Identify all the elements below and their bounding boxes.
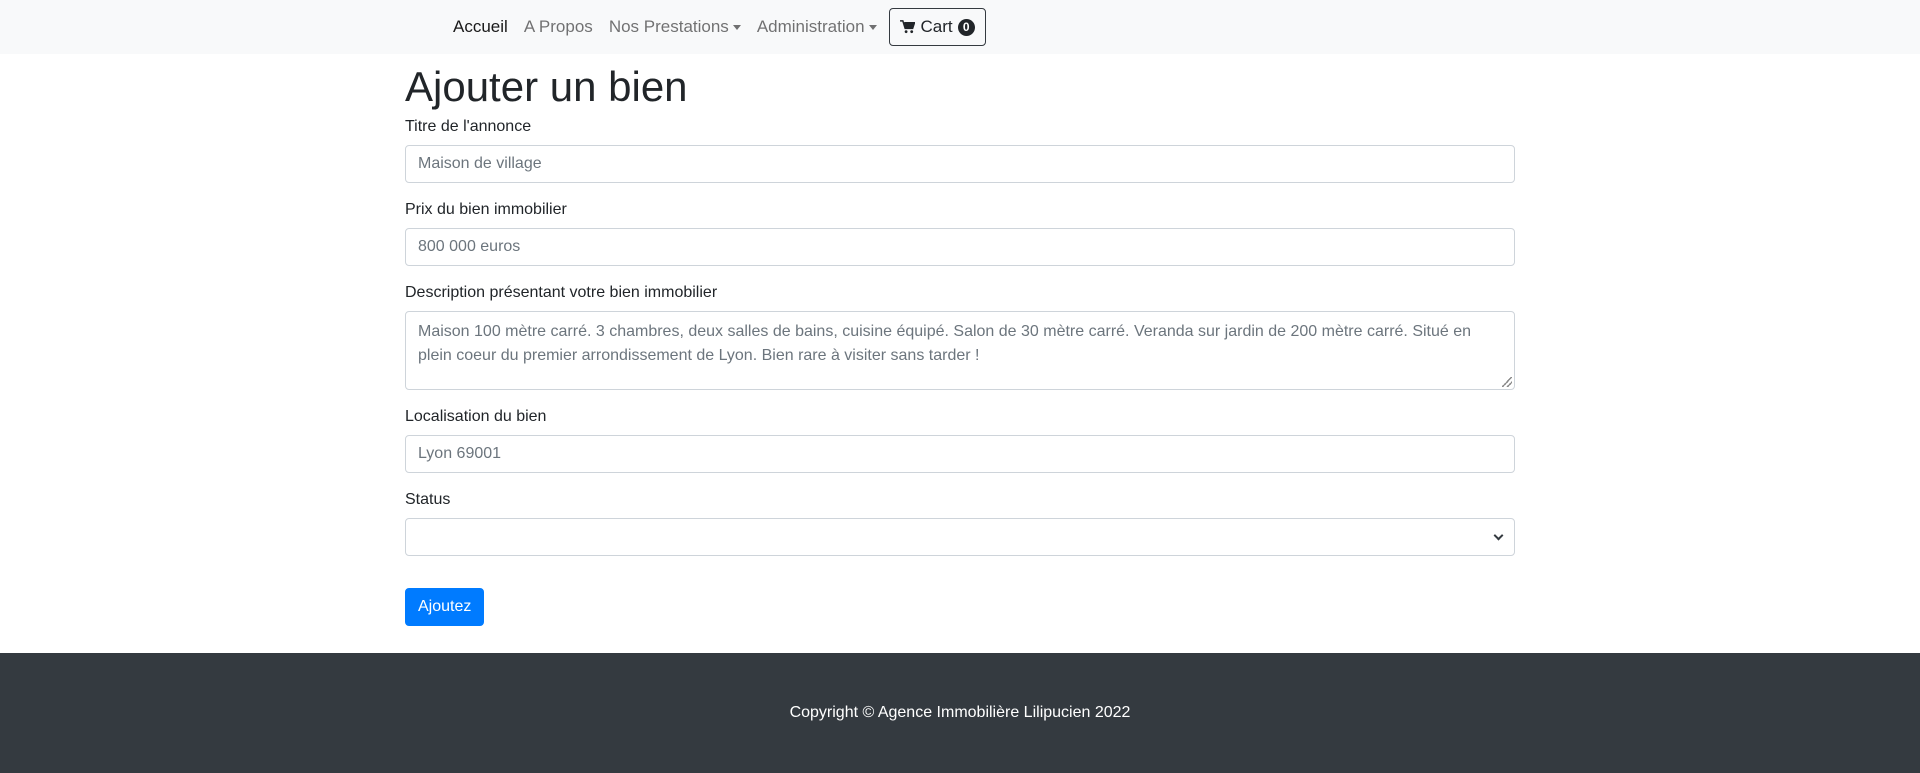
price-label: Prix du bien immobilier	[405, 201, 567, 218]
main-content: Ajouter un bien Titre de l'annonce Maiso…	[405, 58, 1515, 626]
nav-services-dropdown[interactable]: Nos Prestations	[601, 17, 749, 37]
nav-admin-dropdown[interactable]: Administration	[749, 17, 885, 37]
nav-services-label: Nos Prestations	[608, 17, 729, 36]
cart-button[interactable]: Cart 0	[888, 8, 986, 46]
nav-home[interactable]: Accueil	[445, 17, 516, 37]
footer: Copyright © Agence Immobilière Lilipucie…	[0, 653, 1920, 773]
location-label: Localisation du bien	[405, 408, 547, 425]
title-group: Titre de l'annonce Maison de village	[405, 116, 1515, 183]
copyright-text: Copyright © Agence Immobilière Lilipucie…	[789, 704, 1131, 721]
status-label: Status	[405, 491, 451, 508]
price-input[interactable]: 800 000 euros	[405, 228, 1515, 266]
caret-down-icon	[732, 24, 741, 30]
cart-icon	[899, 20, 915, 34]
cart-label: Cart	[920, 17, 953, 36]
cart-count-badge: 0	[957, 18, 975, 36]
navbar: Accueil A Propos Nos Prestations Adminis…	[0, 0, 1920, 54]
caret-down-icon	[868, 24, 877, 30]
submit-button[interactable]: Ajoutez	[405, 588, 485, 626]
status-select[interactable]	[405, 518, 1515, 556]
nav-links: Accueil A Propos Nos Prestations Adminis…	[445, 8, 986, 46]
location-input[interactable]: Lyon 69001	[405, 435, 1515, 473]
location-group: Localisation du bien Lyon 69001	[405, 406, 1515, 473]
title-label: Titre de l'annonce	[405, 118, 532, 135]
price-group: Prix du bien immobilier 800 000 euros	[405, 199, 1515, 266]
status-group: Status	[405, 489, 1515, 556]
page-title: Ajouter un bien	[405, 63, 688, 110]
price-placeholder: 800 000 euros	[418, 238, 521, 255]
nav-admin-label: Administration	[756, 17, 865, 36]
title-input[interactable]: Maison de village	[405, 145, 1515, 183]
chevron-down-icon	[1493, 530, 1504, 541]
description-group: Description présentant votre bien immobi…	[405, 282, 1515, 390]
description-label: Description présentant votre bien immobi…	[405, 284, 718, 301]
nav-about[interactable]: A Propos	[516, 17, 601, 37]
description-placeholder: Maison 100 mètre carré. 3 chambres, deux…	[418, 323, 1472, 364]
title-placeholder: Maison de village	[418, 155, 542, 172]
location-placeholder: Lyon 69001	[418, 445, 502, 462]
resize-grip-icon[interactable]	[1502, 377, 1512, 387]
description-textarea[interactable]: Maison 100 mètre carré. 3 chambres, deux…	[405, 311, 1515, 390]
